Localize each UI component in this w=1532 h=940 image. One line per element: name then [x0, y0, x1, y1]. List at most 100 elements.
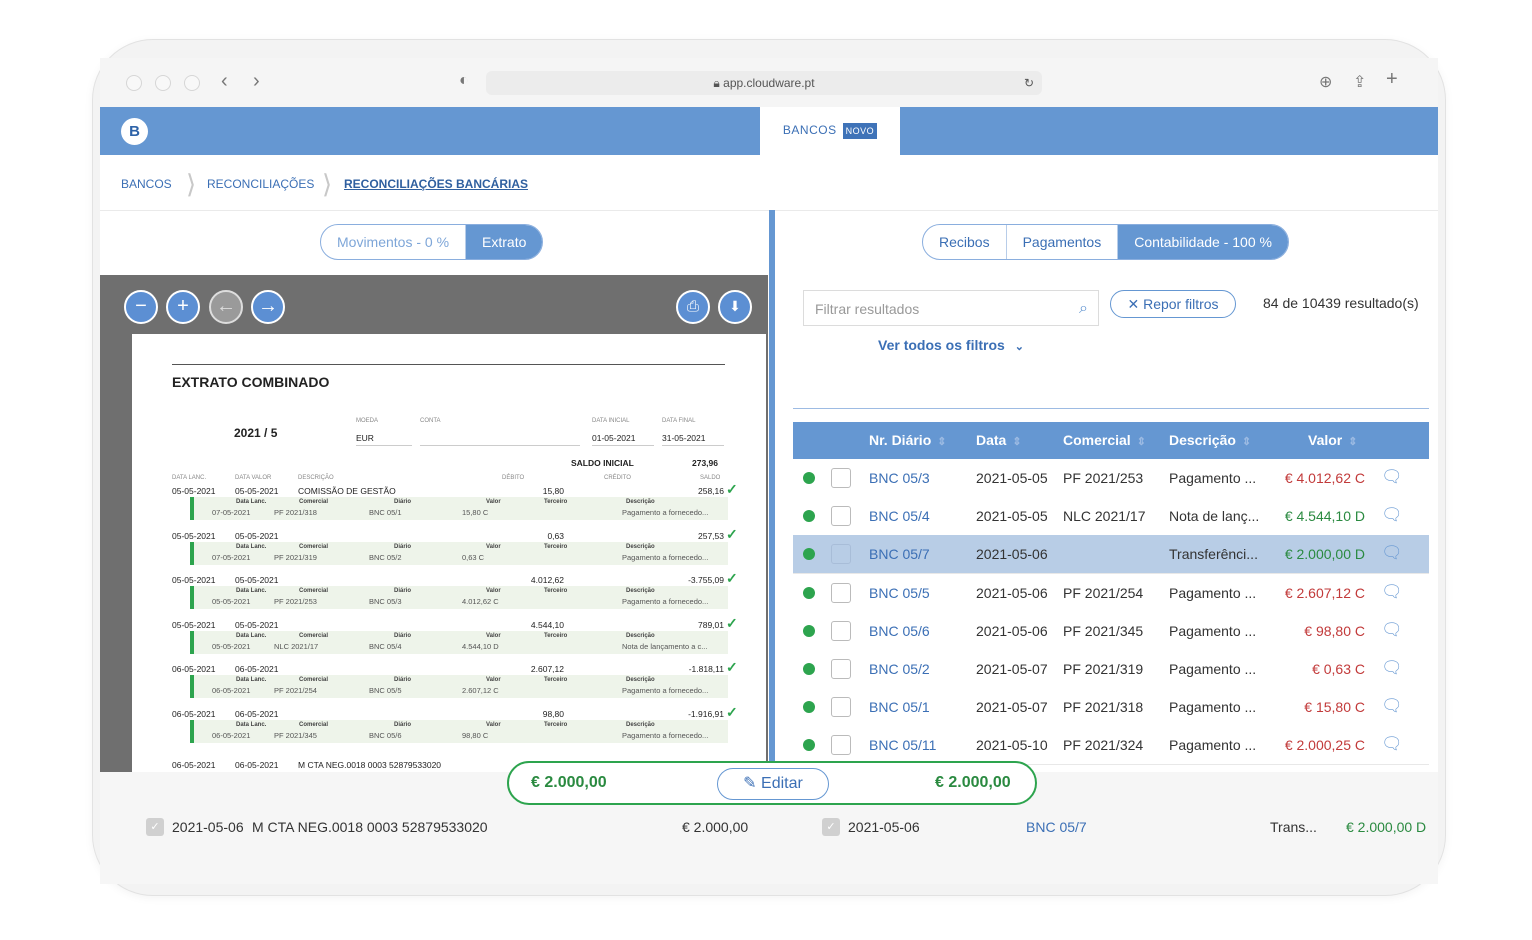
comment-icon[interactable]: 🗨︎: [1381, 696, 1403, 716]
table-row[interactable]: BNC 05/3 2021-05-05 PF 2021/253 Pagamento .…: [793, 459, 1429, 498]
cell-nr-diario[interactable]: BNC 05/11: [869, 737, 936, 753]
reset-filters-button[interactable]: ✕ Repor filtros: [1110, 290, 1236, 318]
tab-contabilidade[interactable]: Contabilidade - 100 %: [1118, 225, 1288, 259]
th-data[interactable]: Data ⇕: [976, 432, 1022, 448]
download-icon[interactable]: ⊕: [1319, 72, 1332, 92]
entry-data-valor: 06-05-2021: [235, 664, 279, 674]
new-badge: NOVO: [842, 122, 878, 139]
edit-button[interactable]: ✎ Editar: [717, 768, 829, 800]
footer-left-amount: € 2.000,00: [682, 819, 749, 835]
row-checkbox[interactable]: [831, 697, 851, 718]
reload-icon[interactable]: ↻: [1024, 71, 1034, 95]
window-minimize-button[interactable]: [155, 75, 171, 91]
label-conta: CONTA: [420, 418, 441, 424]
divider: [172, 364, 725, 365]
sub-label-data: Data Lanc.: [236, 543, 267, 550]
tab-recibos[interactable]: Recibos: [923, 225, 1007, 259]
table-row[interactable]: BNC 05/11 2021-05-10 PF 2021/324 Pagamento …: [793, 726, 1429, 766]
tab-movimentos[interactable]: Movimentos - 0 %: [321, 225, 467, 259]
table-row[interactable]: BNC 05/1 2021-05-07 PF 2021/318 Pagamento .…: [793, 688, 1429, 728]
divider: [420, 445, 580, 446]
cell-descricao: Pagamento ...: [1169, 584, 1257, 601]
th-valor[interactable]: Valor ⇕: [1308, 432, 1357, 448]
row-checkbox[interactable]: [831, 544, 851, 565]
row-checkbox[interactable]: [831, 735, 851, 756]
right-view-toggle: Recibos Pagamentos Contabilidade - 100 %: [922, 224, 1289, 260]
divider: [356, 445, 412, 446]
entry-data-lanc: 05-05-2021: [172, 619, 216, 630]
cell-nr-diario[interactable]: BNC 05/2: [869, 661, 930, 677]
th-label: Comercial: [1063, 432, 1131, 448]
sub-label-terceiro: Terceiro: [544, 588, 568, 594]
table-row[interactable]: BNC 05/4 2021-05-05 NLC 2021/17 Nota de lan…: [793, 497, 1429, 537]
comment-icon[interactable]: 🗨︎: [1381, 582, 1403, 602]
window-zoom-button[interactable]: [184, 75, 200, 91]
entry-debito: 4.544,10: [530, 619, 564, 630]
comment-icon[interactable]: 🗨︎: [1381, 658, 1403, 678]
all-filters-link[interactable]: Ver todos os filtros ⌄: [878, 337, 1024, 353]
pdf-viewer: − + ← → ⎙ ⬇ EXTRATO COMBINADO 2021 / 5 M…: [100, 275, 768, 772]
footer-right-nr[interactable]: BNC 05/7: [1026, 819, 1087, 835]
th-descricao[interactable]: Descrição ⇕: [1169, 432, 1251, 448]
window-close-button[interactable]: [126, 75, 142, 91]
row-checkbox[interactable]: [831, 506, 851, 527]
cell-nr-diario[interactable]: BNC 05/4: [869, 508, 930, 524]
comment-icon[interactable]: 🗨︎: [1381, 620, 1403, 640]
zoom-in-button[interactable]: +: [166, 290, 200, 324]
breadcrumb: BANCOS ⟩ RECONCILIAÇÕES ⟩ RECONCILIAÇÕES…: [100, 155, 1438, 211]
share-icon[interactable]: ⇪: [1353, 72, 1366, 92]
tab-extrato[interactable]: Extrato: [466, 225, 543, 259]
cell-nr-diario[interactable]: BNC 05/3: [869, 470, 930, 486]
breadcrumb-separator: ⟩: [186, 169, 197, 199]
row-checkbox[interactable]: [831, 620, 851, 641]
url-bar[interactable]: 🔒︎ app.cloudware.pt ↻: [486, 71, 1042, 95]
cell-valor: € 2.000,25 C: [1284, 737, 1365, 754]
breadcrumb-reconciliacoes-bancarias[interactable]: RECONCILIAÇÕES BANCÁRIAS: [344, 177, 528, 191]
comment-icon[interactable]: 🗨︎: [1381, 505, 1403, 525]
data-inicial-value: 01-05-2021: [592, 433, 636, 443]
table-row[interactable]: BNC 05/2 2021-05-07 PF 2021/319 Pagamento .…: [793, 650, 1429, 689]
comment-icon[interactable]: 🗨︎: [1381, 467, 1403, 487]
sub-value-descricao: Pagamento a fornecedo...: [622, 730, 709, 740]
cell-nr-diario[interactable]: BNC 05/6: [869, 623, 930, 639]
th-nr-diario[interactable]: Nr. Diário ⇕: [869, 432, 946, 448]
tab-pagamentos[interactable]: Pagamentos: [1007, 225, 1119, 259]
breadcrumb-bancos[interactable]: BANCOS: [121, 177, 172, 191]
print-button[interactable]: ⎙: [676, 290, 710, 324]
comment-icon[interactable]: 🗨︎: [1381, 734, 1403, 754]
footer-left-checkbox[interactable]: ✓: [146, 818, 164, 836]
next-page-button[interactable]: →: [251, 290, 285, 324]
table-row[interactable]: BNC 05/6 2021-05-06 PF 2021/345 Pagamento .…: [793, 611, 1429, 651]
cell-nr-diario[interactable]: BNC 05/5: [869, 585, 930, 601]
row-checkbox[interactable]: [831, 659, 851, 679]
zoom-out-button[interactable]: −: [124, 290, 158, 324]
row-checkbox[interactable]: [831, 468, 851, 488]
cell-nr-diario[interactable]: BNC 05/7: [869, 546, 930, 562]
statement-page: EXTRATO COMBINADO 2021 / 5 MOEDA CONTA D…: [132, 334, 766, 772]
footer-right-checkbox[interactable]: ✓: [822, 818, 840, 836]
chevron-down-icon: ⌄: [1014, 341, 1024, 353]
lock-icon: 🔒︎: [713, 76, 720, 90]
new-tab-icon[interactable]: +: [1386, 68, 1398, 91]
table-row[interactable]: BNC 05/7 2021-05-06 Transferênci... € 2.000…: [793, 535, 1429, 575]
back-icon[interactable]: ‹: [221, 70, 228, 93]
th-comercial[interactable]: Comercial ⇕: [1063, 432, 1146, 448]
search-icon[interactable]: ⌕: [1079, 291, 1088, 327]
table-row[interactable]: BNC 05/5 2021-05-06 PF 2021/254 Pagamento .…: [793, 573, 1429, 613]
cell-nr-diario[interactable]: BNC 05/1: [869, 699, 930, 715]
shield-icon[interactable]: ◐: [459, 72, 469, 90]
saldo-inicial-label: SALDO INICIAL: [571, 458, 634, 468]
previous-page-button[interactable]: ←: [209, 290, 243, 324]
comment-icon[interactable]: 🗨︎: [1381, 543, 1403, 563]
forward-icon[interactable]: ›: [253, 70, 260, 93]
tab-bancos[interactable]: BANCOS NOVO: [760, 107, 900, 156]
row-checkbox[interactable]: [831, 582, 851, 603]
app-header: B BANCOS NOVO: [100, 107, 1438, 156]
cell-comercial: PF 2021/345: [1063, 622, 1144, 639]
app-logo[interactable]: B: [121, 118, 148, 145]
pdf-download-button[interactable]: ⬇: [718, 290, 752, 324]
filter-input[interactable]: Filtrar resultados ⌕: [803, 290, 1099, 326]
cell-descricao: Pagamento ...: [1169, 622, 1257, 639]
entry-saldo: 257,53: [698, 530, 724, 541]
breadcrumb-reconciliacoes[interactable]: RECONCILIAÇÕES: [207, 177, 314, 191]
